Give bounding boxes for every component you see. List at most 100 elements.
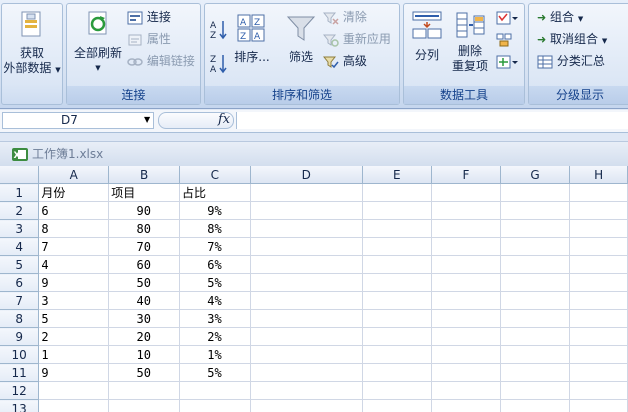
cell-e[interactable] (362, 399, 432, 412)
cell-b[interactable]: 90 (108, 201, 180, 220)
cell-f[interactable] (431, 345, 501, 364)
row-header[interactable]: 6 (0, 273, 40, 292)
cell-f[interactable] (431, 273, 501, 292)
row-header[interactable]: 4 (0, 237, 40, 256)
clear-filter-button[interactable]: 清除 (323, 8, 367, 26)
cell-d[interactable] (250, 237, 363, 256)
cell-c[interactable]: 3% (179, 309, 251, 328)
row-header[interactable]: 1 (0, 183, 40, 202)
cell-h[interactable] (569, 309, 628, 328)
cell-e[interactable] (362, 345, 432, 364)
data-validation-button[interactable] (496, 8, 518, 26)
properties-button[interactable]: 属性 (127, 30, 171, 48)
cell-b[interactable] (108, 399, 180, 412)
row-header[interactable]: 12 (0, 381, 40, 400)
row-header[interactable]: 5 (0, 255, 40, 274)
cell-c[interactable]: 9% (179, 201, 251, 220)
ungroup-button[interactable]: ➜ 取消组合 ▼ (537, 30, 607, 50)
cell-h[interactable] (569, 237, 628, 256)
cell-d[interactable] (250, 399, 363, 412)
cell-b[interactable]: 10 (108, 345, 180, 364)
sort-button[interactable]: A Z Z A 排序... (231, 14, 273, 65)
cell-c[interactable]: 2% (179, 327, 251, 346)
cell-h[interactable] (569, 201, 628, 220)
cell-f[interactable] (431, 363, 501, 382)
cell-a[interactable]: 5 (38, 309, 110, 328)
cell-g[interactable] (500, 219, 571, 238)
advanced-filter-button[interactable]: 高级 (323, 52, 367, 70)
cell-c[interactable]: 4% (179, 291, 251, 310)
insert-function-icon[interactable]: fx (218, 112, 230, 127)
cell-b[interactable]: 30 (108, 309, 180, 328)
worksheet-grid[interactable]: A B C D E F G H 1 月份 项目 占比 2 6 90 9% 3 8 80 8% 4 7 70 7… (0, 166, 628, 412)
row-header[interactable]: 11 (0, 363, 40, 382)
row-header[interactable]: 10 (0, 345, 40, 364)
cell-g[interactable] (500, 345, 571, 364)
cell-d[interactable] (250, 201, 363, 220)
cell-c[interactable]: 7% (179, 237, 251, 256)
cell-b[interactable] (108, 381, 180, 400)
cell-d[interactable] (250, 183, 363, 202)
get-external-data-button[interactable]: 获取 外部数据 ▼ (2, 10, 62, 78)
cell-f[interactable] (431, 201, 501, 220)
cell-e[interactable] (362, 183, 432, 202)
cell-h[interactable] (569, 219, 628, 238)
cell-c[interactable] (179, 399, 251, 412)
cell-e[interactable] (362, 237, 432, 256)
cell-f[interactable] (431, 399, 501, 412)
cell-d[interactable] (250, 255, 363, 274)
cell-f[interactable] (431, 183, 501, 202)
formula-input[interactable] (236, 112, 628, 129)
filter-button[interactable]: 筛选 (281, 14, 321, 65)
cell-g[interactable] (500, 183, 571, 202)
name-box-dropdown-icon[interactable]: ▼ (144, 115, 150, 124)
row-header[interactable]: 9 (0, 327, 40, 346)
column-header-g[interactable]: G (500, 166, 571, 184)
row-header[interactable]: 7 (0, 291, 40, 310)
cell-f[interactable] (431, 309, 501, 328)
cell-g[interactable] (500, 291, 571, 310)
cell-g[interactable] (500, 201, 571, 220)
cell-g[interactable] (500, 237, 571, 256)
name-box[interactable]: D7 (2, 112, 154, 129)
cell-e[interactable] (362, 309, 432, 328)
cell-f[interactable] (431, 237, 501, 256)
cell-d[interactable] (250, 273, 363, 292)
cell-c[interactable]: 占比 (179, 183, 251, 202)
column-header-c[interactable]: C (179, 166, 251, 184)
cell-h[interactable] (569, 381, 628, 400)
connections-button[interactable]: 连接 (127, 8, 171, 26)
cell-d[interactable] (250, 309, 363, 328)
cell-b[interactable]: 60 (108, 255, 180, 274)
cell-a[interactable] (38, 399, 110, 412)
cell-b[interactable]: 80 (108, 219, 180, 238)
cell-b[interactable]: 50 (108, 363, 180, 382)
reapply-button[interactable]: 重新应用 (323, 30, 391, 48)
sort-descending-button[interactable]: ZA (209, 52, 229, 79)
cell-f[interactable] (431, 291, 501, 310)
sort-ascending-button[interactable]: AZ (209, 18, 229, 45)
cell-b[interactable]: 40 (108, 291, 180, 310)
cell-h[interactable] (569, 183, 628, 202)
cell-g[interactable] (500, 327, 571, 346)
cell-c[interactable]: 6% (179, 255, 251, 274)
cell-d[interactable] (250, 345, 363, 364)
cell-e[interactable] (362, 291, 432, 310)
cell-d[interactable] (250, 291, 363, 310)
cell-c[interactable]: 5% (179, 363, 251, 382)
consolidate-button[interactable] (496, 30, 512, 48)
cell-g[interactable] (500, 273, 571, 292)
cell-e[interactable] (362, 219, 432, 238)
cell-b[interactable]: 项目 (108, 183, 180, 202)
column-header-e[interactable]: E (362, 166, 432, 184)
column-header-f[interactable]: F (431, 166, 501, 184)
cell-h[interactable] (569, 345, 628, 364)
cell-e[interactable] (362, 327, 432, 346)
cell-f[interactable] (431, 219, 501, 238)
cell-a[interactable]: 1 (38, 345, 110, 364)
cell-e[interactable] (362, 381, 432, 400)
cell-a[interactable]: 月份 (38, 183, 110, 202)
row-header[interactable]: 13 (0, 399, 40, 412)
refresh-all-button[interactable]: 全部刷新 ▼ (69, 10, 127, 76)
cell-h[interactable] (569, 327, 628, 346)
